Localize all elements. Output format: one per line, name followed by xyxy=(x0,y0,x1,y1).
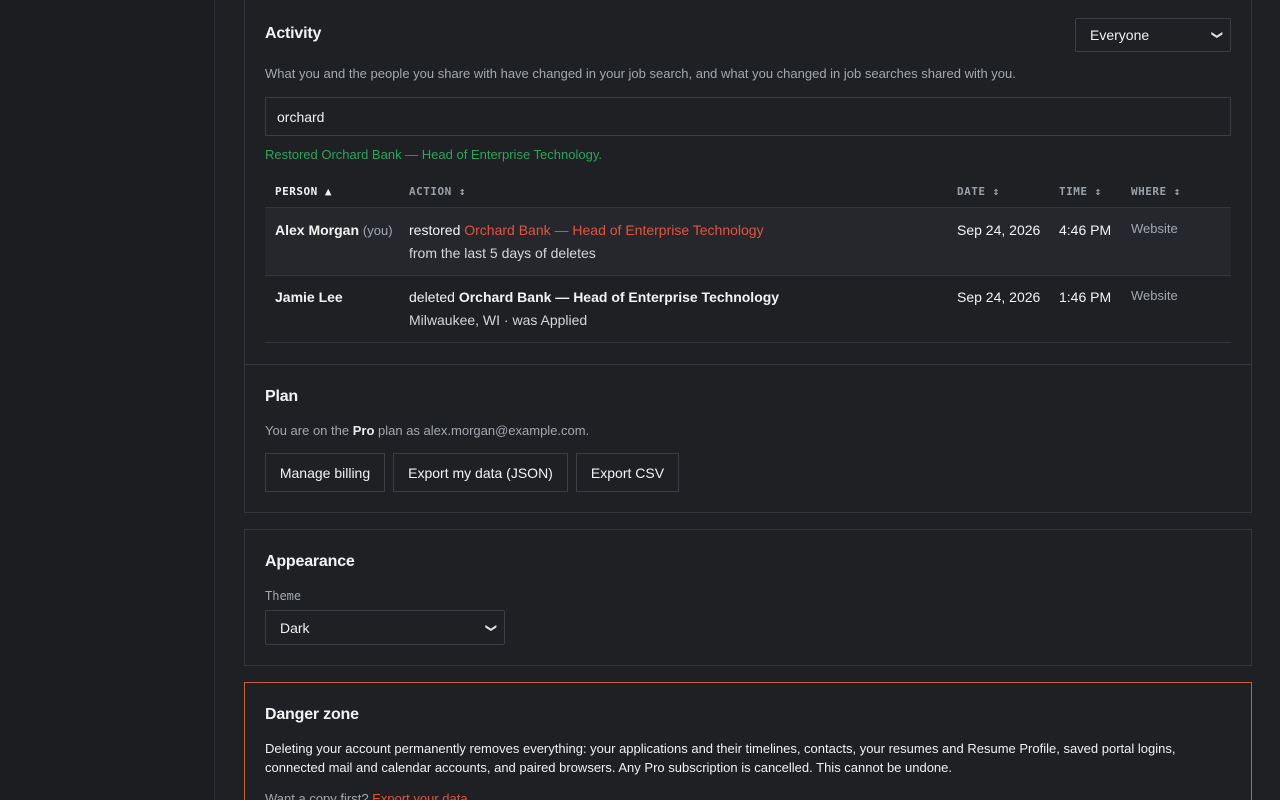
row-time: 4:46 PM xyxy=(1059,222,1112,238)
row-time: 1:46 PM xyxy=(1059,289,1112,305)
action-verb: restored xyxy=(409,222,461,238)
table-row: Alex Morgan (you) restored Orchard Bank … xyxy=(265,208,1231,276)
table-row: Jamie Lee deleted Orchard Bank — Head of… xyxy=(265,276,1231,343)
export-json-button[interactable]: Export my data (JSON) xyxy=(393,453,568,492)
plan-description: You are on the Pro plan as alex.morgan@e… xyxy=(265,423,589,438)
activity-search-value: orchard xyxy=(277,108,325,125)
copy-prompt-text: Want a copy first? xyxy=(265,791,369,800)
person-name: Alex Morgan xyxy=(275,222,360,238)
manage-billing-button[interactable]: Manage billing xyxy=(265,453,385,492)
success-message: Restored Orchard Bank — Head of Enterpri… xyxy=(265,147,602,162)
person-suffix: (you) xyxy=(362,223,393,238)
plan-text-prefix: You are on the xyxy=(265,423,350,438)
person-name: Jamie Lee xyxy=(275,289,343,305)
theme-value: Dark xyxy=(280,619,310,636)
appearance-title: Appearance xyxy=(265,553,355,570)
row-date: Sep 24, 2026 xyxy=(957,289,1041,305)
action-verb: deleted xyxy=(409,289,455,305)
theme-select[interactable]: Dark ❯ xyxy=(265,610,505,645)
export-data-link[interactable]: Export your data xyxy=(372,791,467,800)
danger-description: Deleting your account permanently remove… xyxy=(265,741,1176,775)
plan-name: Pro xyxy=(352,423,375,438)
danger-copy-prompt: Want a copy first? Export your data xyxy=(265,791,468,800)
row-date: Sep 24, 2026 xyxy=(957,222,1041,238)
row-where: Website xyxy=(1131,288,1178,303)
theme-label: Theme xyxy=(265,589,302,603)
activity-card: Activity Everyone ❯ What you and the peo… xyxy=(244,0,1252,365)
danger-zone-card: Danger zone Deleting your account perman… xyxy=(244,682,1252,800)
row-action: deleted Orchard Bank — Head of Enterpris… xyxy=(409,289,779,305)
action-target-link[interactable]: Orchard Bank — Head of Enterprise Techno… xyxy=(464,222,763,238)
activity-table-header: PERSON ▲ ACTION ↕ DATE ↕ TIME ↕ WHERE ↕ xyxy=(265,176,1231,208)
chevron-down-icon: ❯ xyxy=(1210,30,1223,40)
row-person: Alex Morgan (you) xyxy=(275,222,393,238)
plan-title: Plan xyxy=(265,388,298,405)
activity-filter-select[interactable]: Everyone ❯ xyxy=(1075,18,1231,52)
column-header-action[interactable]: ACTION ↕ xyxy=(409,185,466,198)
appearance-card: Appearance Theme Dark ❯ xyxy=(244,529,1252,666)
action-target: Orchard Bank — Head of Enterprise Techno… xyxy=(458,289,780,305)
activity-filter-value: Everyone xyxy=(1090,27,1150,43)
plan-text-suffix: plan as alex.morgan@example.com. xyxy=(378,423,590,438)
row-where: Website xyxy=(1131,221,1178,236)
column-header-time[interactable]: TIME ↕ xyxy=(1059,185,1102,198)
danger-zone-title: Danger zone xyxy=(265,706,359,723)
chevron-down-icon: ❯ xyxy=(484,622,497,633)
row-action-detail: from the last 5 days of deletes xyxy=(409,245,596,261)
activity-search-input[interactable]: orchard xyxy=(265,97,1231,136)
export-csv-button[interactable]: Export CSV xyxy=(576,453,679,492)
activity-title: Activity xyxy=(265,25,322,42)
row-action-detail: Milwaukee, WI · was Applied xyxy=(409,312,588,328)
activity-description: What you and the people you share with h… xyxy=(265,66,1016,81)
row-action: restored Orchard Bank — Head of Enterpri… xyxy=(409,222,764,238)
column-header-person[interactable]: PERSON ▲ xyxy=(275,185,332,198)
column-header-date[interactable]: DATE ↕ xyxy=(957,185,1000,198)
sidebar xyxy=(0,0,215,800)
settings-main: Activity Everyone ❯ What you and the peo… xyxy=(244,0,1252,800)
column-header-where[interactable]: WHERE ↕ xyxy=(1131,185,1181,198)
